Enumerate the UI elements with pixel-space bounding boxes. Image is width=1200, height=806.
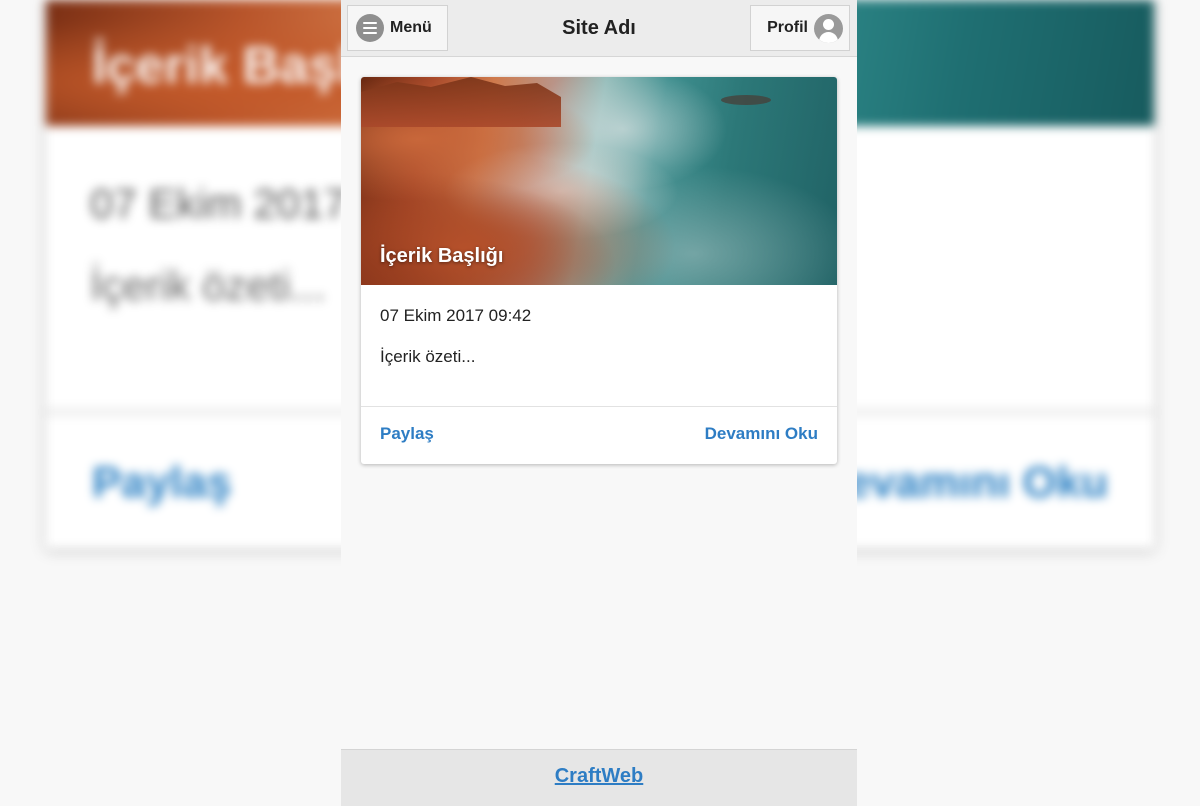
hamburger-menu-icon — [356, 14, 384, 42]
menu-button-label: Menü — [390, 19, 432, 36]
top-navbar: Menü Site Adı Profil — [341, 0, 857, 57]
card-actions-divider — [361, 406, 837, 407]
mobile-viewport: Menü Site Adı Profil İçerik Başlığı 07 E… — [341, 0, 857, 806]
read-more-link[interactable]: Devamını Oku — [705, 424, 818, 444]
share-link[interactable]: Paylaş — [380, 424, 434, 444]
menu-button[interactable]: Menü — [347, 5, 448, 51]
card-date: 07 Ekim 2017 09:42 — [380, 306, 532, 325]
content-card: İçerik Başlığı 07 Ekim 2017 09:42 İçerik… — [361, 77, 837, 464]
profile-button[interactable]: Profil — [750, 5, 850, 51]
blurred-share-link: Paylaş — [92, 458, 232, 507]
profile-button-label: Profil — [767, 19, 808, 36]
card-excerpt: İçerik özeti... — [380, 347, 476, 366]
user-avatar-icon — [814, 13, 843, 43]
footer-brand-link[interactable]: CraftWeb — [555, 765, 644, 788]
card-title: İçerik Başlığı — [380, 245, 504, 267]
footer: CraftWeb — [341, 749, 857, 806]
blurred-card-excerpt: İçerik özeti... — [90, 262, 326, 309]
blurred-read-more-link: Devamını Oku — [814, 458, 1108, 507]
